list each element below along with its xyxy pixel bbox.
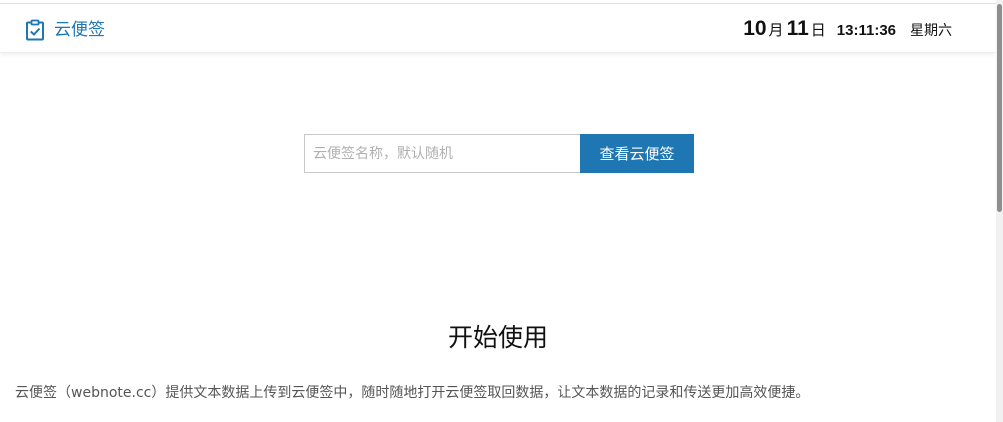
note-name-input[interactable]: [304, 134, 580, 173]
intro-text: 云便签（webnote.cc）提供文本数据上传到云便签中，随时随地打开云便签取回…: [15, 385, 810, 401]
clipboard-check-icon: [24, 19, 46, 41]
header: 云便签 10 月 11 日 13:11:36 星期六: [0, 4, 996, 53]
vertical-scrollbar[interactable]: [996, 0, 1003, 422]
weekday: 星期六: [910, 23, 952, 39]
view-note-button[interactable]: 查看云便签: [580, 134, 694, 173]
date-day: 11: [786, 17, 809, 40]
note-search-form: 查看云便签: [304, 134, 694, 173]
brand-name: 云便签: [54, 20, 105, 40]
brand-link[interactable]: 云便签: [24, 19, 105, 41]
date-day-unit: 日: [810, 21, 826, 39]
scrollbar-thumb[interactable]: [997, 4, 1002, 212]
datetime: 10 月 11 日 13:11:36 星期六: [743, 17, 952, 41]
date-month-unit: 月: [768, 21, 784, 39]
page: 云便签 10 月 11 日 13:11:36 星期六 查看云便签 开始使用 云便…: [0, 0, 1003, 422]
clock-time: 13:11:36: [836, 22, 896, 39]
intro-title: 开始使用: [447, 323, 548, 352]
date-month: 10: [743, 17, 767, 40]
